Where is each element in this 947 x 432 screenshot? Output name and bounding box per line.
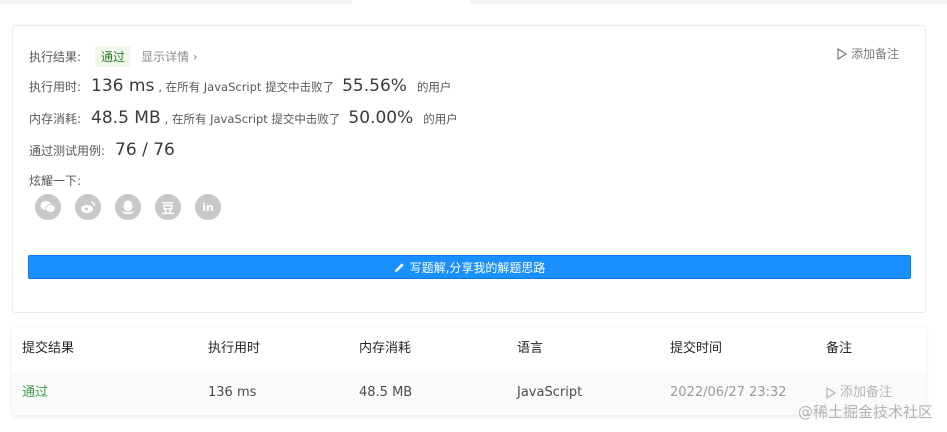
row-runtime: 136 ms — [208, 385, 257, 400]
tests-label: 通过测试用例: — [29, 144, 106, 158]
row-language: JavaScript — [517, 385, 583, 400]
tests-row: 通过测试用例: 76 / 76 — [29, 140, 175, 160]
play-outline-icon — [826, 387, 836, 399]
row-submit-time: 2022/06/27 23:32 — [670, 385, 787, 400]
memory-suffix: 的用户 — [423, 112, 458, 126]
status-badge: 通过 — [95, 46, 132, 67]
watermark: @稀土掘金技术社区 — [797, 403, 933, 421]
runtime-value: 136 ms — [91, 76, 155, 96]
runtime-beat-text: , 在所有 JavaScript 提交中击败了 — [158, 80, 335, 94]
write-solution-label: 写题解,分享我的解题思路 — [409, 260, 546, 275]
header-runtime: 执行用时 — [208, 341, 261, 356]
show-details-link[interactable]: 显示详情 › — [141, 48, 198, 65]
add-note-button[interactable]: 添加备注 — [837, 45, 899, 62]
linkedin-icon[interactable]: in — [195, 194, 221, 220]
memory-percent: 50.00% — [348, 108, 414, 128]
header-result: 提交结果 — [22, 341, 75, 356]
weibo-icon[interactable] — [75, 194, 101, 220]
runtime-suffix: 的用户 — [416, 80, 452, 94]
header-memory: 内存消耗 — [359, 341, 412, 356]
play-outline-icon — [837, 47, 847, 60]
runtime-row: 执行用时: 136 ms , 在所有 JavaScript 提交中击败了 55.… — [29, 76, 451, 96]
wechat-icon[interactable] — [35, 194, 61, 220]
memory-beat-text: , 在所有 JavaScript 提交中击败了 — [164, 112, 341, 126]
share-label: 炫耀一下: — [29, 174, 82, 188]
runtime-label: 执行用时: — [29, 80, 82, 94]
qq-icon[interactable] — [115, 194, 141, 220]
share-icons: 豆 in — [35, 194, 221, 220]
share-row: 炫耀一下: — [29, 172, 81, 189]
table-header: 提交结果 执行用时 内存消耗 语言 提交时间 备注 — [12, 327, 926, 371]
header-note: 备注 — [826, 341, 853, 356]
row-result-link[interactable]: 通过 — [22, 371, 48, 415]
header-language: 语言 — [517, 341, 544, 356]
submissions-table: 提交结果 执行用时 内存消耗 语言 提交时间 备注 通过 136 ms 48.5… — [12, 327, 926, 415]
status-row: 执行结果: 通过 显示详情 › — [29, 46, 198, 67]
add-note-label: 添加备注 — [850, 47, 899, 61]
tab-strip-left — [0, 0, 352, 4]
memory-label: 内存消耗: — [29, 112, 82, 126]
write-solution-button[interactable]: 写题解,分享我的解题思路 — [28, 255, 911, 279]
memory-row: 内存消耗: 48.5 MB , 在所有 JavaScript 提交中击败了 50… — [29, 108, 458, 128]
memory-value: 48.5 MB — [91, 108, 161, 128]
tests-value: 76 / 76 — [115, 140, 175, 160]
submission-result-card: 执行结果: 通过 显示详情 › 添加备注 执行用时: 136 ms , 在所有 … — [12, 25, 926, 313]
pencil-icon — [394, 262, 404, 272]
runtime-percent: 55.56% — [342, 76, 407, 96]
table-row[interactable]: 通过 136 ms 48.5 MB JavaScript 2022/06/27 … — [12, 371, 926, 415]
status-label: 执行结果: — [29, 50, 82, 64]
tab-strip-right — [470, 0, 947, 4]
douban-icon[interactable]: 豆 — [155, 194, 181, 220]
header-submit-time: 提交时间 — [670, 341, 723, 356]
top-tab-strip — [0, 0, 947, 6]
row-memory: 48.5 MB — [359, 385, 413, 400]
